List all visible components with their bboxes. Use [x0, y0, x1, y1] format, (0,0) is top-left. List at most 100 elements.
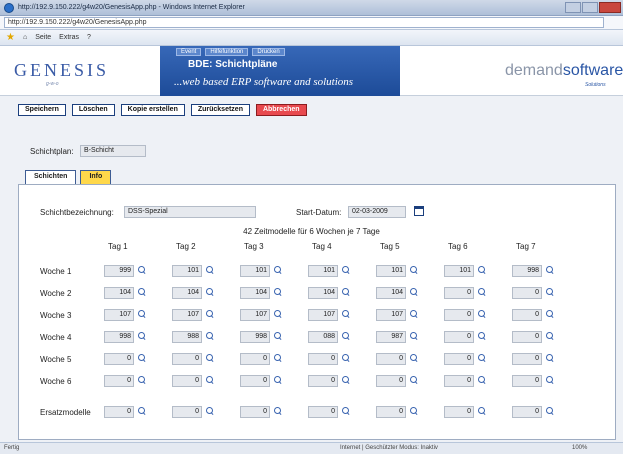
- time-model-cell[interactable]: 101: [172, 265, 202, 277]
- time-model-cell[interactable]: 0: [512, 309, 542, 321]
- time-model-cell[interactable]: 0: [444, 309, 474, 321]
- lookup-icon[interactable]: [274, 332, 282, 340]
- lookup-icon[interactable]: [410, 266, 418, 274]
- lookup-icon[interactable]: [342, 288, 350, 296]
- calendar-icon[interactable]: [414, 206, 424, 216]
- time-model-cell[interactable]: 0: [444, 375, 474, 387]
- lookup-icon[interactable]: [138, 354, 146, 362]
- url-field[interactable]: http://192.9.150.222/g4w20/GenesisApp.ph…: [4, 17, 604, 28]
- time-model-cell[interactable]: 0: [172, 353, 202, 365]
- lookup-icon[interactable]: [274, 288, 282, 296]
- lookup-icon[interactable]: [274, 354, 282, 362]
- lookup-icon[interactable]: [546, 376, 554, 384]
- time-model-cell[interactable]: 0: [512, 353, 542, 365]
- time-model-cell[interactable]: 999: [104, 265, 134, 277]
- lookup-icon[interactable]: [138, 288, 146, 296]
- time-model-cell[interactable]: 0: [104, 353, 134, 365]
- lookup-icon[interactable]: [138, 266, 146, 274]
- time-model-cell[interactable]: 104: [172, 287, 202, 299]
- lookup-icon[interactable]: [206, 332, 214, 340]
- time-model-cell[interactable]: 0: [376, 353, 406, 365]
- lookup-icon[interactable]: [342, 354, 350, 362]
- lookup-icon[interactable]: [546, 310, 554, 318]
- lookup-icon[interactable]: [342, 332, 350, 340]
- time-model-cell[interactable]: 107: [104, 309, 134, 321]
- page-menu[interactable]: Seite: [35, 34, 51, 41]
- time-model-cell[interactable]: 987: [376, 331, 406, 343]
- time-model-cell[interactable]: 0: [444, 353, 474, 365]
- time-model-cell[interactable]: 0: [172, 406, 202, 418]
- lookup-icon[interactable]: [478, 266, 486, 274]
- time-model-cell[interactable]: 104: [240, 287, 270, 299]
- time-model-cell[interactable]: 101: [240, 265, 270, 277]
- lookup-icon[interactable]: [342, 407, 350, 415]
- save-button[interactable]: Speichern: [18, 104, 66, 116]
- lookup-icon[interactable]: [206, 354, 214, 362]
- lookup-icon[interactable]: [206, 310, 214, 318]
- time-model-cell[interactable]: 101: [444, 265, 474, 277]
- lookup-icon[interactable]: [274, 266, 282, 274]
- time-model-cell[interactable]: 0: [444, 287, 474, 299]
- bezeichnung-field[interactable]: DSS-Spezial: [124, 206, 256, 218]
- minimize-button[interactable]: [565, 2, 581, 13]
- time-model-cell[interactable]: 998: [104, 331, 134, 343]
- lookup-icon[interactable]: [342, 376, 350, 384]
- help-icon[interactable]: ?: [87, 34, 91, 41]
- lookup-icon[interactable]: [410, 376, 418, 384]
- lookup-icon[interactable]: [138, 376, 146, 384]
- lookup-icon[interactable]: [274, 310, 282, 318]
- copy-button[interactable]: Kopie erstellen: [120, 104, 185, 116]
- lookup-icon[interactable]: [478, 354, 486, 362]
- time-model-cell[interactable]: 107: [308, 309, 338, 321]
- lookup-icon[interactable]: [546, 266, 554, 274]
- lookup-icon[interactable]: [410, 354, 418, 362]
- lookup-icon[interactable]: [274, 407, 282, 415]
- lookup-icon[interactable]: [478, 376, 486, 384]
- lookup-icon[interactable]: [274, 376, 282, 384]
- time-model-cell[interactable]: 107: [376, 309, 406, 321]
- lookup-icon[interactable]: [546, 288, 554, 296]
- lookup-icon[interactable]: [206, 266, 214, 274]
- time-model-cell[interactable]: 988: [172, 331, 202, 343]
- time-model-cell[interactable]: 998: [240, 331, 270, 343]
- time-model-cell[interactable]: 0: [376, 375, 406, 387]
- lookup-icon[interactable]: [478, 407, 486, 415]
- delete-button[interactable]: Löschen: [71, 104, 115, 116]
- help-button[interactable]: Hilfefunktion: [205, 48, 249, 56]
- lookup-icon[interactable]: [410, 332, 418, 340]
- event-button[interactable]: Event: [176, 48, 202, 56]
- lookup-icon[interactable]: [410, 407, 418, 415]
- lookup-icon[interactable]: [546, 332, 554, 340]
- close-button[interactable]: [599, 2, 621, 13]
- time-model-cell[interactable]: 0: [512, 331, 542, 343]
- lookup-icon[interactable]: [138, 332, 146, 340]
- home-icon[interactable]: ⌂: [23, 34, 27, 41]
- time-model-cell[interactable]: 107: [172, 309, 202, 321]
- time-model-cell[interactable]: 0: [240, 353, 270, 365]
- tab-schichten[interactable]: Schichten: [25, 170, 77, 184]
- reset-button[interactable]: Zurücksetzen: [190, 104, 250, 116]
- time-model-cell[interactable]: 101: [376, 265, 406, 277]
- time-model-cell[interactable]: 0: [104, 406, 134, 418]
- lookup-icon[interactable]: [478, 288, 486, 296]
- time-model-cell[interactable]: 101: [308, 265, 338, 277]
- time-model-cell[interactable]: 104: [376, 287, 406, 299]
- lookup-icon[interactable]: [546, 407, 554, 415]
- time-model-cell[interactable]: 104: [308, 287, 338, 299]
- lookup-icon[interactable]: [342, 310, 350, 318]
- time-model-cell[interactable]: 088: [308, 331, 338, 343]
- time-model-cell[interactable]: 0: [444, 331, 474, 343]
- zoom-level[interactable]: 100%: [572, 445, 587, 451]
- lookup-icon[interactable]: [410, 288, 418, 296]
- lookup-icon[interactable]: [342, 266, 350, 274]
- time-model-cell[interactable]: 0: [512, 375, 542, 387]
- lookup-icon[interactable]: [478, 310, 486, 318]
- time-model-cell[interactable]: 0: [172, 375, 202, 387]
- print-button[interactable]: Drucken: [252, 48, 285, 56]
- extras-menu[interactable]: Extras: [59, 34, 79, 41]
- time-model-cell[interactable]: 998: [512, 265, 542, 277]
- cancel-button[interactable]: Abbrechen: [255, 104, 307, 116]
- lookup-icon[interactable]: [478, 332, 486, 340]
- start-date-field[interactable]: 02-03-2009: [348, 206, 406, 218]
- time-model-cell[interactable]: 0: [240, 375, 270, 387]
